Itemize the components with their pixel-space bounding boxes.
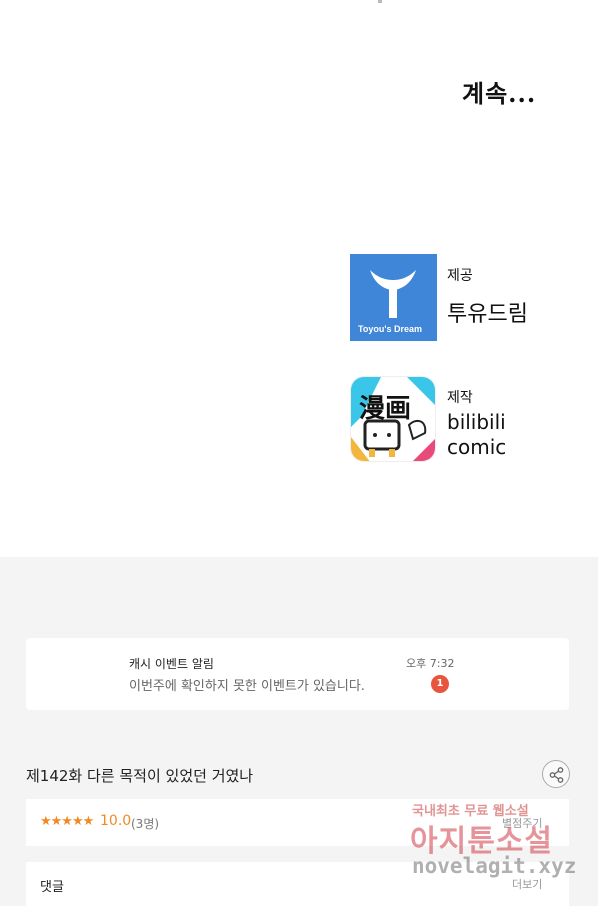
bilibili-logo-text: 漫画	[359, 394, 411, 424]
provider-role-label: 제공	[447, 268, 473, 284]
episode-title: 제142화 다른 목적이 있었던 거였나	[26, 767, 254, 785]
share-icon	[549, 767, 564, 783]
comments-more-button[interactable]: 더보기	[512, 876, 542, 892]
logo-caption: Toyou's Dream	[358, 324, 422, 334]
bilibili-mascot-icon: 漫画	[351, 377, 435, 461]
rating-count: (3명)	[131, 817, 160, 831]
panel-mark	[378, 0, 382, 3]
toyou-dream-logo: Toyou's Dream	[350, 254, 437, 341]
rating-card: ★★★★★ 10.0 (3명) 별점주기	[26, 799, 569, 846]
producer-name-line2: comic	[447, 435, 507, 459]
provider-name: 투유드림	[447, 302, 528, 327]
rating-score: 10.0	[100, 813, 132, 829]
share-button[interactable]	[542, 760, 570, 788]
notice-time: 오후 7:32	[406, 657, 455, 670]
producer-name-line1: bilibili	[447, 410, 506, 434]
bilibili-comic-logo: 漫画	[350, 376, 436, 462]
producer-name: bilibili comic	[447, 410, 506, 460]
comic-panel: 계속... Toyou's Dream 제공 투유드림 漫画 제작 bilibi…	[0, 0, 598, 557]
rate-button[interactable]: 별점주기	[502, 815, 542, 831]
comments-card: 댓글 더보기	[26, 862, 569, 906]
episode-footer-area	[0, 557, 598, 906]
cash-event-notice[interactable]: 캐시 이벤트 알림 이번주에 확인하지 못한 이벤트가 있습니다. 오후 7:3…	[26, 638, 569, 710]
to-be-continued-text: 계속...	[462, 79, 537, 108]
rating-stars: ★★★★★	[40, 814, 94, 829]
producer-role-label: 제작	[447, 390, 473, 406]
notice-count-badge: 1	[431, 675, 449, 693]
notice-message: 이번주에 확인하지 못한 이벤트가 있습니다.	[129, 679, 365, 694]
notice-title: 캐시 이벤트 알림	[129, 657, 214, 671]
comments-label: 댓글	[40, 880, 64, 895]
